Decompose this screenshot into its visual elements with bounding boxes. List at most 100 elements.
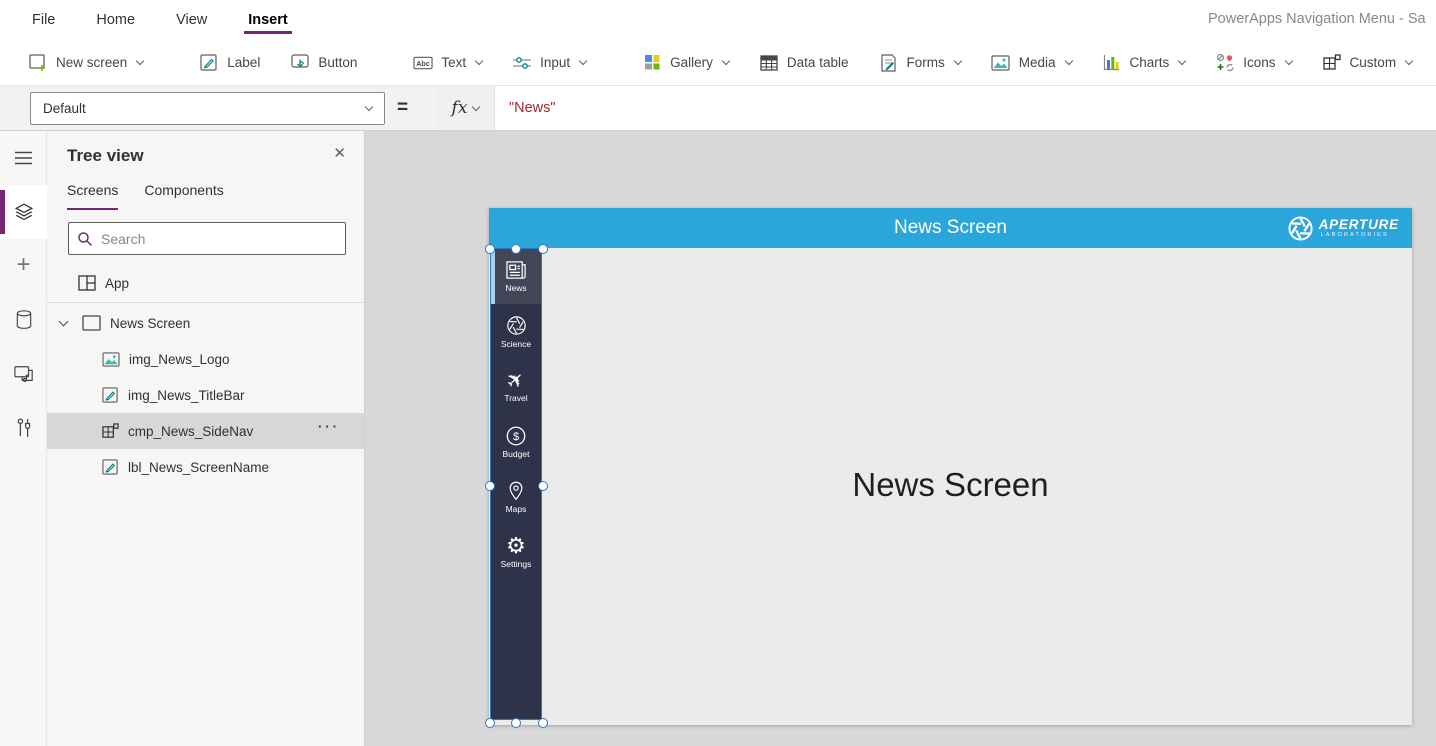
label-button[interactable]: Label	[199, 53, 260, 73]
tree-item-label: img_News_TitleBar	[128, 387, 245, 403]
divider	[47, 302, 364, 303]
news-icon	[505, 260, 528, 281]
ribbon-toolbar: New screen Label Button Abc Text Input G…	[0, 40, 1436, 86]
app-screen[interactable]: News Screen APERTURE LABORATORIES News S…	[485, 208, 1412, 728]
sidenav-item-label: Science	[500, 339, 532, 349]
sidenav-item-science[interactable]: Science	[491, 304, 541, 359]
sidenav-item-travel[interactable]: ✈ Travel	[491, 359, 541, 414]
sidenav-item-label: News	[505, 283, 527, 293]
data-table-button[interactable]: Data table	[759, 53, 848, 73]
budget-icon: $	[505, 425, 527, 447]
ribbon-item-label: Label	[227, 55, 261, 70]
sidenav-item-budget[interactable]: $ Budget	[491, 414, 541, 469]
menu-file[interactable]: File	[30, 3, 57, 37]
equals-sign: =	[397, 97, 409, 118]
text-icon: Abc	[413, 53, 433, 73]
tab-components[interactable]: Components	[144, 179, 223, 210]
chevron-down-icon	[136, 56, 145, 66]
logo-subtitle: LABORATORIES	[1320, 232, 1389, 239]
selection-handle[interactable]	[538, 244, 548, 254]
titlebar-text: News Screen	[894, 217, 1007, 238]
chevron-down-icon	[578, 56, 588, 66]
database-icon[interactable]	[0, 293, 47, 347]
ribbon-item-label: Charts	[1129, 55, 1170, 70]
item-options-ellipsis[interactable]: ···	[318, 419, 340, 434]
menu-insert[interactable]: Insert	[244, 3, 292, 37]
selection-handle[interactable]	[485, 718, 495, 728]
chevron-down-icon	[1404, 56, 1414, 66]
ribbon-item-label: Media	[1018, 55, 1056, 70]
new-screen-icon	[28, 53, 48, 73]
chevron-down-icon	[364, 102, 374, 112]
button-icon	[290, 53, 310, 73]
sidenav-item-news[interactable]: News	[491, 249, 541, 304]
tree-item-cmp-news-sidenav[interactable]: cmp_News_SideNav ···	[47, 413, 364, 449]
formula-input[interactable]	[495, 86, 1436, 130]
tools-icon[interactable]	[0, 401, 47, 455]
selection-handle[interactable]	[538, 481, 548, 491]
selection-handle[interactable]	[511, 718, 521, 728]
aperture-logo: APERTURE LABORATORIES	[1287, 215, 1399, 242]
ribbon-item-label: Input	[540, 55, 571, 70]
tree-view-panel: Tree view ✕ Screens Components App News	[47, 131, 365, 746]
selection-handle[interactable]	[485, 481, 495, 491]
tree-item-app[interactable]: App	[47, 268, 364, 298]
ribbon-item-label: Forms	[906, 55, 945, 70]
tree-item-news-screen[interactable]: News Screen	[47, 305, 364, 341]
sidenav-item-settings[interactable]: ⚙ Settings	[491, 524, 541, 579]
icons-menu-button[interactable]: Icons	[1215, 53, 1293, 73]
canvas-workspace[interactable]: News Screen APERTURE LABORATORIES News S…	[365, 131, 1436, 746]
chevron-down-icon	[953, 56, 962, 66]
data-table-icon	[759, 53, 779, 73]
ribbon-item-label: Gallery	[670, 55, 713, 70]
fx-button[interactable]: fx	[437, 86, 495, 130]
plus-icon[interactable]: +	[0, 239, 47, 293]
property-select[interactable]: Default	[30, 92, 385, 125]
tree-item-label: cmp_News_SideNav	[128, 423, 254, 439]
tree-item-img-news-titlebar[interactable]: img_News_TitleBar	[47, 377, 364, 413]
ribbon-item-label: Icons	[1243, 55, 1276, 70]
selection-handle[interactable]	[538, 718, 548, 728]
chevron-down-icon	[1284, 56, 1293, 66]
tree-item-img-news-logo[interactable]: img_News_Logo	[47, 341, 364, 377]
tree-item-label: News Screen	[110, 315, 191, 331]
gallery-menu-button[interactable]: Gallery	[642, 53, 731, 73]
label-icon	[102, 458, 119, 476]
science-icon	[505, 314, 528, 337]
travel-icon: ✈	[501, 366, 531, 395]
input-menu-button[interactable]: Input	[512, 53, 588, 73]
button-button[interactable]: Button	[290, 53, 357, 73]
selection-handle[interactable]	[511, 244, 521, 254]
ribbon-item-label: Button	[318, 55, 358, 70]
forms-menu-button[interactable]: Forms	[878, 53, 962, 73]
media-screens-icon[interactable]	[0, 347, 47, 401]
forms-icon	[878, 53, 898, 73]
tree-item-label: App	[105, 275, 130, 291]
tree-item-lbl-news-screenname[interactable]: lbl_News_ScreenName	[47, 449, 364, 485]
hamburger-icon[interactable]	[0, 131, 47, 185]
selection-handle[interactable]	[485, 244, 495, 254]
input-icon	[512, 53, 532, 73]
tree-search-box	[68, 222, 346, 255]
menu-home[interactable]: Home	[94, 3, 137, 37]
tab-screens[interactable]: Screens	[67, 179, 119, 210]
image-icon	[102, 351, 120, 367]
component-icon	[102, 422, 119, 440]
screen-icon	[82, 315, 101, 331]
custom-icon	[1322, 53, 1342, 73]
media-menu-button[interactable]: Media	[991, 53, 1073, 73]
layers-icon[interactable]	[0, 185, 47, 239]
search-icon	[77, 231, 93, 247]
custom-menu-button[interactable]: Custom	[1322, 53, 1414, 73]
screen-name-label[interactable]: News Screen	[489, 466, 1412, 504]
charts-menu-button[interactable]: Charts	[1102, 53, 1187, 73]
text-menu-button[interactable]: Abc Text	[413, 53, 484, 73]
menu-view[interactable]: View	[174, 3, 209, 37]
chevron-down-icon	[58, 316, 69, 326]
ribbon-item-label: Custom	[1349, 55, 1397, 70]
close-icon[interactable]: ✕	[333, 144, 346, 162]
new-screen-button[interactable]: New screen	[28, 53, 145, 73]
search-input[interactable]	[101, 230, 337, 247]
screen-titlebar[interactable]: News Screen APERTURE LABORATORIES	[489, 208, 1412, 248]
top-menu-bar: File Home View Insert PowerApps Navigati…	[0, 0, 1436, 40]
